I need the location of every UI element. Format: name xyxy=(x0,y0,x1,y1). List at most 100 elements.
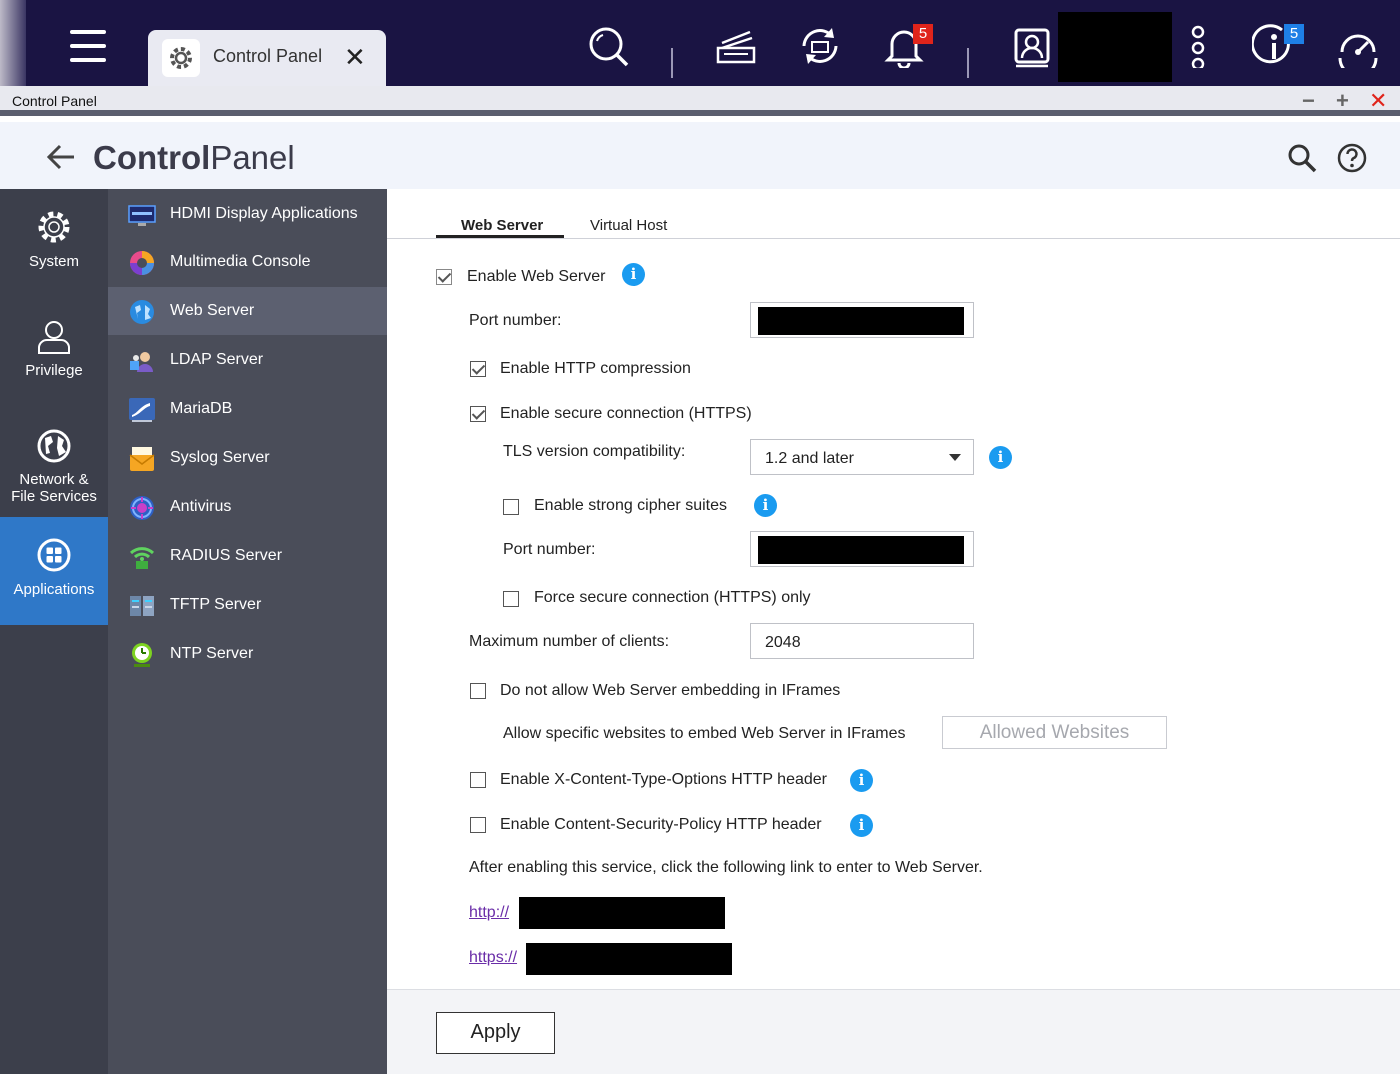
active-tab-indicator xyxy=(436,235,564,238)
info-badge: 5 xyxy=(1284,24,1304,44)
back-arrow-icon[interactable] xyxy=(46,142,76,172)
strong-cipher-label: Enable strong cipher suites xyxy=(534,497,727,514)
notification-badge: 5 xyxy=(913,24,933,44)
close-tab-button[interactable]: ✕ xyxy=(344,42,366,73)
category-label-line1: Network & xyxy=(19,471,89,488)
csp-label: Enable Content-Security-Policy HTTP head… xyxy=(500,816,822,833)
tasks-icon[interactable] xyxy=(714,24,758,68)
allowed-websites-button[interactable]: Allowed Websites xyxy=(942,716,1167,749)
category-privilege[interactable]: Privilege xyxy=(0,299,108,407)
max-clients-value: 2048 xyxy=(765,634,801,651)
main-menu-button[interactable] xyxy=(68,28,108,68)
app-tab-control-panel[interactable]: Control Panel ✕ xyxy=(148,30,386,86)
sub-item-label: NTP Server xyxy=(170,645,254,662)
ntp-icon xyxy=(128,641,156,669)
mariadb-icon xyxy=(128,396,156,424)
sub-item-radius-server[interactable]: RADIUS Server xyxy=(108,532,387,580)
sub-item-label: Antivirus xyxy=(170,498,232,515)
http-link[interactable]: http:// xyxy=(469,904,509,922)
window-close-button[interactable]: ✕ xyxy=(1369,88,1387,114)
category-label: Privilege xyxy=(25,362,83,379)
https-link[interactable]: https:// xyxy=(469,949,517,967)
category-sidebar: System Privilege Network & File Services… xyxy=(0,189,108,1074)
sub-item-web-server[interactable]: Web Server xyxy=(108,287,387,335)
globe-icon xyxy=(34,426,74,466)
info-icon[interactable]: i xyxy=(989,446,1012,469)
multimedia-icon xyxy=(128,249,156,277)
taskbar-edge xyxy=(0,0,26,86)
tab-web-server[interactable]: Web Server xyxy=(461,217,543,234)
https-port-number-label: Port number: xyxy=(503,541,596,558)
sub-item-label: Multimedia Console xyxy=(170,253,311,270)
footer-bar: Apply xyxy=(387,989,1400,1074)
sub-item-tftp-server[interactable]: TFTP Server xyxy=(108,581,387,629)
force-https-checkbox[interactable] xyxy=(503,591,519,607)
minimize-button[interactable]: − xyxy=(1302,88,1315,114)
info-icon[interactable]: i xyxy=(850,769,873,792)
http-compression-checkbox[interactable] xyxy=(470,361,486,377)
apps-icon xyxy=(34,535,74,575)
sub-item-antivirus[interactable]: Antivirus xyxy=(108,483,387,531)
search-icon[interactable] xyxy=(586,24,630,68)
https-port-redacted xyxy=(758,536,964,564)
maximize-button[interactable]: + xyxy=(1336,88,1349,114)
apply-button[interactable]: Apply xyxy=(436,1012,555,1054)
https-label: Enable secure connection (HTTPS) xyxy=(500,405,752,422)
category-system[interactable]: System xyxy=(0,189,108,297)
info-icon[interactable]: i xyxy=(754,494,777,517)
main-panel: Web Server Virtual Host Enable Web Serve… xyxy=(387,189,1400,1074)
x-content-type-label: Enable X-Content-Type-Options HTTP heade… xyxy=(500,771,827,788)
tls-version-select[interactable]: 1.2 and later xyxy=(750,439,974,475)
https-checkbox[interactable] xyxy=(470,406,486,422)
sub-item-ntp-server[interactable]: NTP Server xyxy=(108,630,387,678)
info-icon[interactable]: i xyxy=(622,263,645,286)
csp-checkbox[interactable] xyxy=(470,817,486,833)
window-title: Control Panel xyxy=(12,93,97,109)
info-icon[interactable]: i xyxy=(850,814,873,837)
tab-virtual-host[interactable]: Virtual Host xyxy=(590,217,667,234)
port-number-input[interactable] xyxy=(750,302,974,338)
max-clients-input[interactable]: 2048 xyxy=(750,623,974,659)
search-icon[interactable] xyxy=(1286,142,1318,174)
https-port-number-input[interactable] xyxy=(750,531,974,567)
more-icon[interactable] xyxy=(1176,24,1220,71)
no-iframe-checkbox[interactable] xyxy=(470,683,486,699)
gear-icon xyxy=(34,207,74,247)
page-title: ControlPanel xyxy=(93,139,295,177)
taskbar-separator xyxy=(671,48,673,78)
x-content-type-checkbox[interactable] xyxy=(470,772,486,788)
username-redacted xyxy=(1058,12,1172,82)
app-tab-title: Control Panel xyxy=(213,46,323,66)
strong-cipher-checkbox[interactable] xyxy=(503,499,519,515)
category-label: Applications xyxy=(13,581,95,598)
page-title-rest: Panel xyxy=(210,139,295,176)
port-number-redacted xyxy=(758,307,964,335)
sync-icon[interactable] xyxy=(798,24,842,68)
category-network-file-services[interactable]: Network & File Services xyxy=(0,408,108,516)
sub-item-ldap-server[interactable]: LDAP Server xyxy=(108,336,387,384)
tftp-icon xyxy=(128,592,156,620)
http-compression-label: Enable HTTP compression xyxy=(500,360,691,377)
http-link-redacted xyxy=(519,897,725,929)
sub-item-label: MariaDB xyxy=(170,400,233,417)
sub-item-hdmi-display-applications[interactable]: HDMI Display Applications xyxy=(108,190,387,238)
taskbar-separator xyxy=(967,48,969,78)
help-icon[interactable] xyxy=(1336,142,1368,174)
category-label: System xyxy=(28,253,79,270)
category-applications[interactable]: Applications xyxy=(0,517,108,625)
user-icon[interactable] xyxy=(1010,24,1054,68)
sub-item-label: RADIUS Server xyxy=(170,547,283,564)
chevron-down-icon xyxy=(949,454,961,461)
sub-item-multimedia-console[interactable]: Multimedia Console xyxy=(108,238,387,286)
sub-item-mariadb[interactable]: MariaDB xyxy=(108,385,387,433)
allow-iframe-label: Allow specific websites to embed Web Ser… xyxy=(503,725,906,742)
sub-item-syslog-server[interactable]: Syslog Server xyxy=(108,434,387,482)
page-header: ControlPanel xyxy=(0,122,1400,189)
sub-item-label: HDMI Display Applications xyxy=(170,205,358,222)
max-clients-label: Maximum number of clients: xyxy=(469,633,670,650)
ldap-icon xyxy=(128,347,156,375)
no-iframe-label: Do not allow Web Server embedding in IFr… xyxy=(500,682,841,699)
sub-item-label: LDAP Server xyxy=(170,351,264,368)
dashboard-icon[interactable] xyxy=(1336,24,1380,78)
enable-web-server-checkbox[interactable] xyxy=(436,269,452,285)
